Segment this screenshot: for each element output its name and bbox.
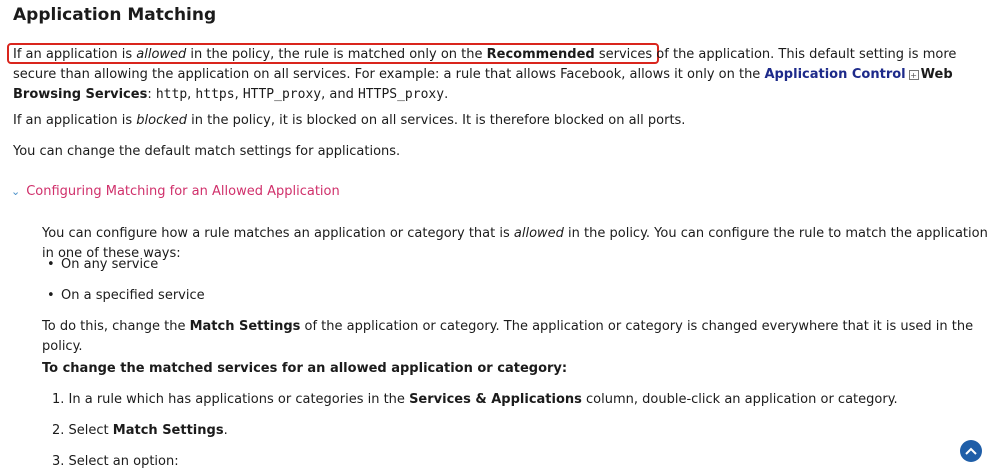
chevron-down-icon: ⌄ bbox=[11, 185, 21, 198]
paragraph-todo: To do this, change the Match Settings of… bbox=[42, 319, 974, 354]
scroll-to-top-button[interactable] bbox=[960, 440, 982, 462]
configuring-matching-toggle[interactable]: ⌄ Configuring Matching for an Allowed App… bbox=[11, 184, 340, 199]
step-3: 3. Select an option: bbox=[52, 454, 179, 469]
application-control-link[interactable]: Application Control bbox=[764, 67, 905, 82]
list-item: On any service bbox=[47, 255, 205, 275]
paragraph-change-default: You can change the default match setting… bbox=[13, 144, 401, 159]
step-1: 1. In a rule which has applications or c… bbox=[52, 392, 898, 407]
options-list: On any service On a specified service bbox=[47, 255, 205, 306]
procedure-title: To change the matched services for an al… bbox=[42, 361, 568, 376]
list-item: On a specified service bbox=[47, 286, 205, 306]
procedure-steps: 1. In a rule which has applications or c… bbox=[52, 390, 898, 472]
chevron-up-icon bbox=[965, 447, 977, 455]
paragraph-blocked: If an application is blocked in the poli… bbox=[13, 113, 686, 128]
expand-icon[interactable]: + bbox=[908, 69, 919, 80]
step-2: 2. Select Match Settings. bbox=[52, 423, 228, 438]
paragraph-allowed: If an application is allowed in the poli… bbox=[13, 47, 957, 102]
page-title: Application Matching bbox=[13, 5, 217, 25]
